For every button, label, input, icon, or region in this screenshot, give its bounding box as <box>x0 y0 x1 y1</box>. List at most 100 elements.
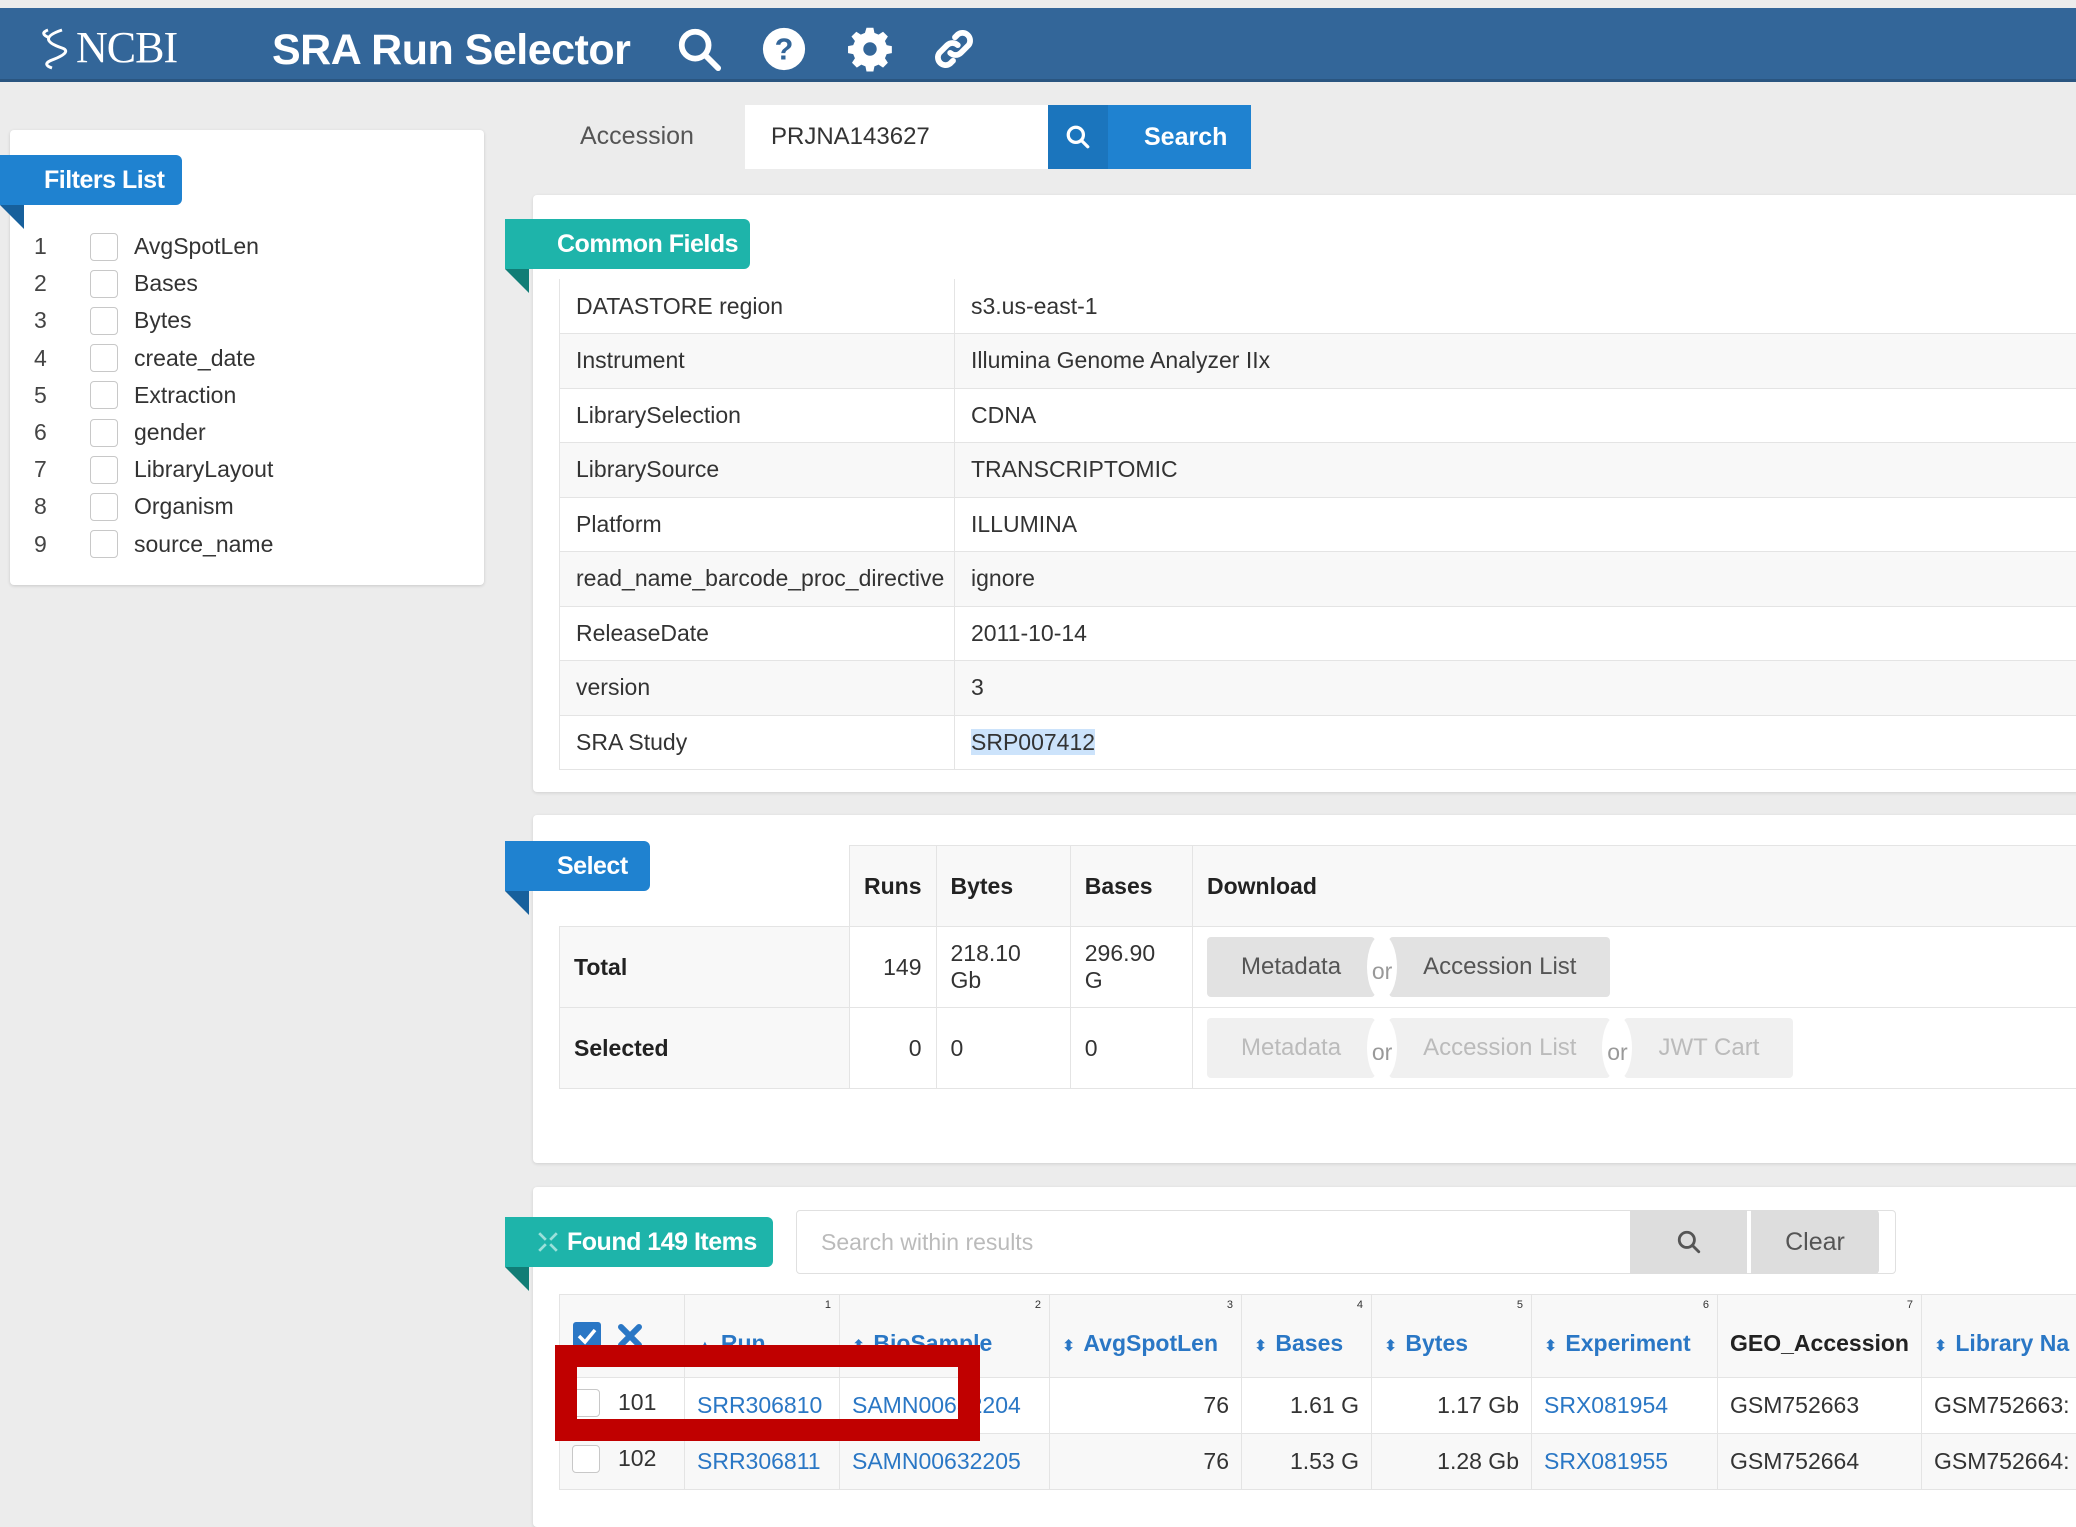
link-icon[interactable] <box>930 25 978 73</box>
filter-checkbox[interactable] <box>90 530 118 558</box>
sra-study-link[interactable]: SRP007412 <box>971 729 1095 755</box>
field-value: ILLUMINA <box>955 497 2076 552</box>
deselect-all-icon[interactable] <box>616 1322 644 1350</box>
total-metadata-button[interactable]: Metadata <box>1207 937 1375 997</box>
library-name-cell: GSM752663: <box>1921 1378 2076 1434</box>
filter-item[interactable]: 6gender <box>34 414 273 451</box>
app-title: SRA Run Selector <box>272 26 630 75</box>
column-header-geo-accession[interactable]: 7GEO_Accession <box>1718 1295 1922 1378</box>
biosample-link[interactable]: SAMN00632205 <box>840 1434 1050 1490</box>
filter-item[interactable]: 3Bytes <box>34 302 273 339</box>
filter-number: 9 <box>34 531 90 558</box>
clear-button[interactable]: Clear <box>1751 1210 1879 1274</box>
field-value: Illumina Genome Analyzer IIx <box>955 334 2076 389</box>
select-panel: Select Runs Bytes Bases Download Total 1… <box>533 815 2076 1163</box>
search-button[interactable]: Search <box>1048 105 1251 169</box>
column-header-experiment[interactable]: 6⬍Experiment <box>1532 1295 1718 1378</box>
search-icon <box>1048 105 1108 169</box>
table-row: version3 <box>560 661 2076 716</box>
accession-input[interactable] <box>745 105 1049 169</box>
column-header-avgspotlen[interactable]: 3⬍AvgSpotLen <box>1050 1295 1242 1378</box>
filter-item[interactable]: 9source_name <box>34 526 273 563</box>
selected-metadata-button[interactable]: Metadata <box>1207 1018 1375 1078</box>
search-icon[interactable] <box>675 25 723 73</box>
expand-icon[interactable] <box>537 1231 559 1253</box>
top-navbar: NCBI SRA Run Selector ? <box>0 8 2076 82</box>
field-value: TRANSCRIPTOMIC <box>955 443 2076 498</box>
total-bytes: 218.10 Gb <box>936 927 1070 1008</box>
run-link[interactable]: SRR306811 <box>685 1434 840 1490</box>
row-checkbox[interactable] <box>572 1445 600 1473</box>
column-header-biosample[interactable]: 2⬍BioSample <box>840 1295 1050 1378</box>
filter-label: Extraction <box>134 382 236 409</box>
column-header-bytes[interactable]: 5⬍Bytes <box>1372 1295 1532 1378</box>
field-key: ReleaseDate <box>560 606 955 661</box>
row-checkbox[interactable] <box>572 1389 600 1417</box>
filters-panel: Filters List 1AvgSpotLen 2Bases 3Bytes 4… <box>10 130 484 585</box>
sort-icon: ⬍ <box>1934 1338 1947 1355</box>
help-icon[interactable]: ? <box>760 25 808 73</box>
row-number: 102 <box>618 1445 656 1472</box>
field-key: SRA Study <box>560 715 955 770</box>
sort-icon: ⬍ <box>1062 1338 1075 1355</box>
total-accession-list-button[interactable]: Accession List <box>1389 937 1610 997</box>
total-runs: 149 <box>850 927 937 1008</box>
ncbi-logo-text: NCBI <box>76 22 177 73</box>
table-row: SRA Study SRP007412 <box>560 715 2076 770</box>
row-number: 101 <box>618 1389 656 1416</box>
filter-item[interactable]: 1AvgSpotLen <box>34 228 273 265</box>
table-row: InstrumentIllumina Genome Analyzer IIx <box>560 334 2076 389</box>
sort-icon: ⬍ <box>1544 1338 1557 1355</box>
run-link[interactable]: SRR306810 <box>685 1378 840 1434</box>
gear-icon[interactable] <box>846 25 894 73</box>
experiment-link[interactable]: SRX081955 <box>1532 1434 1718 1490</box>
filter-checkbox[interactable] <box>90 381 118 409</box>
column-header-run[interactable]: 1▲Run <box>685 1295 840 1378</box>
sort-icon: ⬍ <box>852 1338 865 1355</box>
bases-header: Bases <box>1070 846 1192 927</box>
library-name-cell: GSM752664: <box>1921 1434 2076 1490</box>
table-row: 102 SRR306811 SAMN00632205 76 1.53 G 1.2… <box>560 1434 2076 1490</box>
bytes-header: Bytes <box>936 846 1070 927</box>
filter-checkbox[interactable] <box>90 456 118 484</box>
filter-checkbox[interactable] <box>90 270 118 298</box>
table-row: DATASTORE regions3.us-east-1 <box>560 279 2076 334</box>
filter-item[interactable]: 5 Extraction <box>34 377 273 414</box>
selected-accession-list-button[interactable]: Accession List <box>1389 1018 1610 1078</box>
filter-checkbox[interactable] <box>90 344 118 372</box>
filter-checkbox[interactable] <box>90 419 118 447</box>
filter-label: LibraryLayout <box>134 456 273 483</box>
selected-runs: 0 <box>850 1008 937 1089</box>
filter-label: Bases <box>134 270 198 297</box>
experiment-link[interactable]: SRX081954 <box>1532 1378 1718 1434</box>
select-all-checkbox[interactable] <box>572 1321 602 1351</box>
results-panel: Found 149 Items Clear 1▲Run 2⬍BioSample … <box>533 1187 2076 1527</box>
bases-cell: 1.53 G <box>1242 1434 1372 1490</box>
field-key: read_name_barcode_proc_directive <box>560 552 955 607</box>
jwt-cart-button[interactable]: JWT Cart <box>1624 1018 1793 1078</box>
avgspotlen-cell: 76 <box>1050 1434 1242 1490</box>
filter-number: 5 <box>34 382 90 409</box>
bytes-cell: 1.17 Gb <box>1372 1378 1532 1434</box>
common-fields-table: DATASTORE regions3.us-east-1 InstrumentI… <box>559 279 2076 770</box>
column-header-bases[interactable]: 4⬍Bases <box>1242 1295 1372 1378</box>
field-value[interactable]: SRP007412 <box>955 715 2076 770</box>
results-search-button[interactable] <box>1630 1210 1747 1274</box>
biosample-link[interactable]: SAMN00632204 <box>840 1378 1050 1434</box>
field-key: LibrarySelection <box>560 388 955 443</box>
column-header-library-name[interactable]: ⬍Library Na <box>1921 1295 2076 1378</box>
avgspotlen-cell: 76 <box>1050 1378 1242 1434</box>
filter-item[interactable]: 8Organism <box>34 488 273 525</box>
filter-checkbox[interactable] <box>90 307 118 335</box>
filter-item[interactable]: 7LibraryLayout <box>34 451 273 488</box>
bytes-cell: 1.28 Gb <box>1372 1434 1532 1490</box>
table-row: 101 SRR306810 SAMN00632204 76 1.61 G 1.1… <box>560 1378 2076 1434</box>
found-items-count: Found 149 Items <box>567 1228 757 1257</box>
filter-item[interactable]: 4create_date <box>34 340 273 377</box>
runs-header: Runs <box>850 846 937 927</box>
ncbi-logo[interactable]: NCBI <box>38 22 177 73</box>
filter-checkbox[interactable] <box>90 493 118 521</box>
sort-icon: ⬍ <box>1254 1338 1267 1355</box>
filter-item[interactable]: 2Bases <box>34 265 273 302</box>
filter-checkbox[interactable] <box>90 233 118 261</box>
